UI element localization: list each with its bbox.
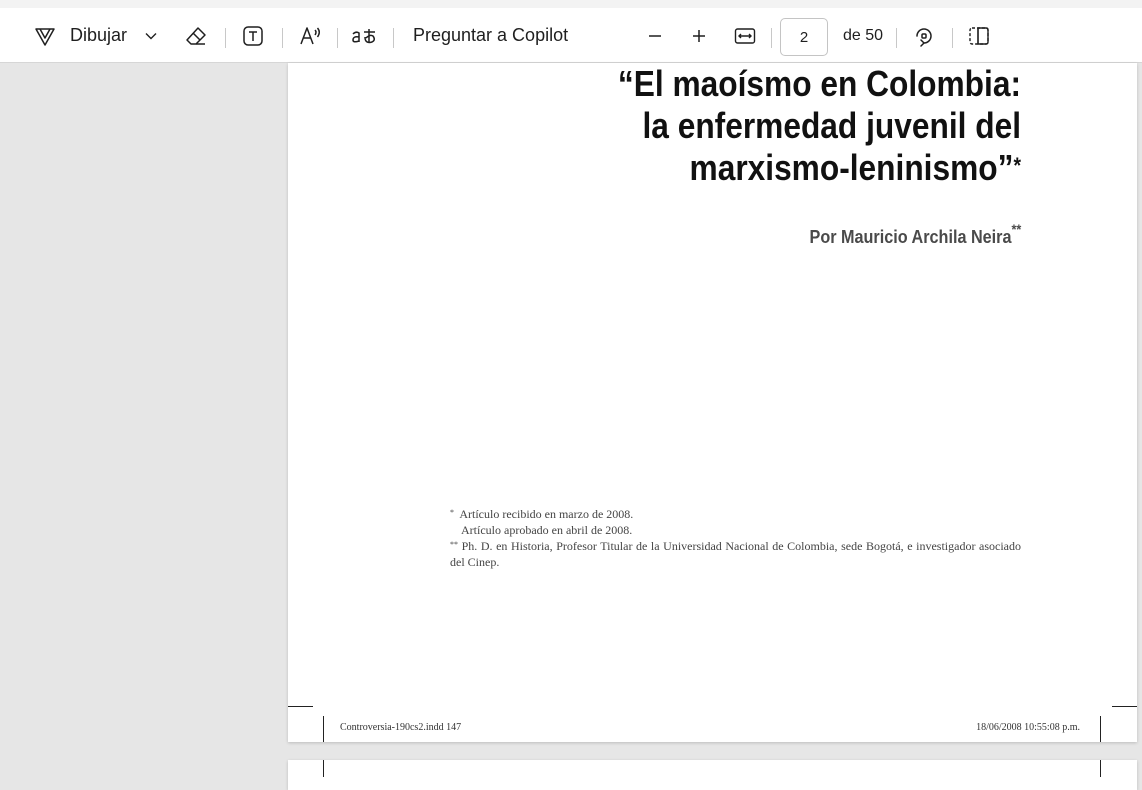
crop-mark	[1100, 716, 1101, 742]
pdf-page: “El maoísmo en Colombia: la enfermedad j…	[288, 63, 1137, 742]
footnotes: * Artículo recibido en marzo de 2008. Ar…	[450, 506, 1021, 570]
toolbar-divider	[225, 28, 226, 48]
footnote-mark: *	[450, 508, 454, 517]
footnote-text: Artículo aprobado en abril de 2008.	[461, 523, 633, 537]
crop-mark	[323, 716, 324, 742]
print-footer-date: 18/06/2008 10:55:08 p.m.	[976, 722, 1080, 733]
fit-width-icon[interactable]	[732, 8, 758, 63]
rotate-icon[interactable]	[910, 8, 938, 63]
read-aloud-icon[interactable]	[295, 8, 325, 63]
article-title: “El maoísmo en Colombia: la enfermedad j…	[458, 63, 1021, 189]
zoom-out-icon[interactable]	[643, 8, 667, 63]
crop-mark	[323, 760, 324, 777]
text-box-icon[interactable]	[238, 8, 268, 63]
toolbar-divider	[896, 28, 897, 48]
crop-mark	[288, 706, 313, 707]
draw-button[interactable]: Dibujar	[70, 8, 127, 63]
zoom-in-icon[interactable]	[687, 8, 711, 63]
print-footer-file: Controversia-190cs2.indd 147	[340, 722, 462, 733]
author-name: Por Mauricio Archila Neira	[809, 227, 1012, 247]
page-view-icon[interactable]	[966, 8, 994, 63]
page-number-input[interactable]	[780, 18, 828, 56]
author-footnote-mark: **	[1011, 221, 1021, 237]
window-top-strip	[0, 0, 1142, 8]
toolbar-divider	[337, 28, 338, 48]
title-footnote-mark: *	[1013, 153, 1021, 178]
toolbar-divider	[393, 28, 394, 48]
title-line: “El maoísmo en Colombia:	[617, 63, 1021, 104]
toolbar-divider	[952, 28, 953, 48]
pdf-toolbar: Dibujar Preguntar a Copilot 2 de 50	[0, 8, 1142, 63]
footnote-text: Artículo recibido en marzo de 2008.	[459, 507, 634, 521]
page-count-label: de 50	[843, 26, 884, 44]
translate-icon[interactable]	[348, 8, 380, 63]
crop-mark	[1112, 706, 1137, 707]
article-author: Por Mauricio Archila Neira**	[809, 221, 1021, 248]
footnote-mark: **	[450, 540, 458, 549]
title-line: marxismo-leninismo”	[689, 147, 1014, 188]
title-line: la enfermedad juvenil del	[642, 105, 1021, 146]
crop-mark	[1100, 760, 1101, 777]
toolbar-divider	[282, 28, 283, 48]
eraser-icon[interactable]	[182, 8, 210, 63]
footnote-text: Ph. D. en Historia, Profesor Titular de …	[450, 539, 1021, 569]
ask-copilot-button[interactable]: Preguntar a Copilot	[413, 8, 568, 63]
pdf-next-page	[288, 760, 1137, 790]
toolbar-divider	[771, 28, 772, 48]
draw-icon[interactable]	[30, 8, 60, 63]
chevron-down-icon[interactable]	[140, 8, 162, 63]
